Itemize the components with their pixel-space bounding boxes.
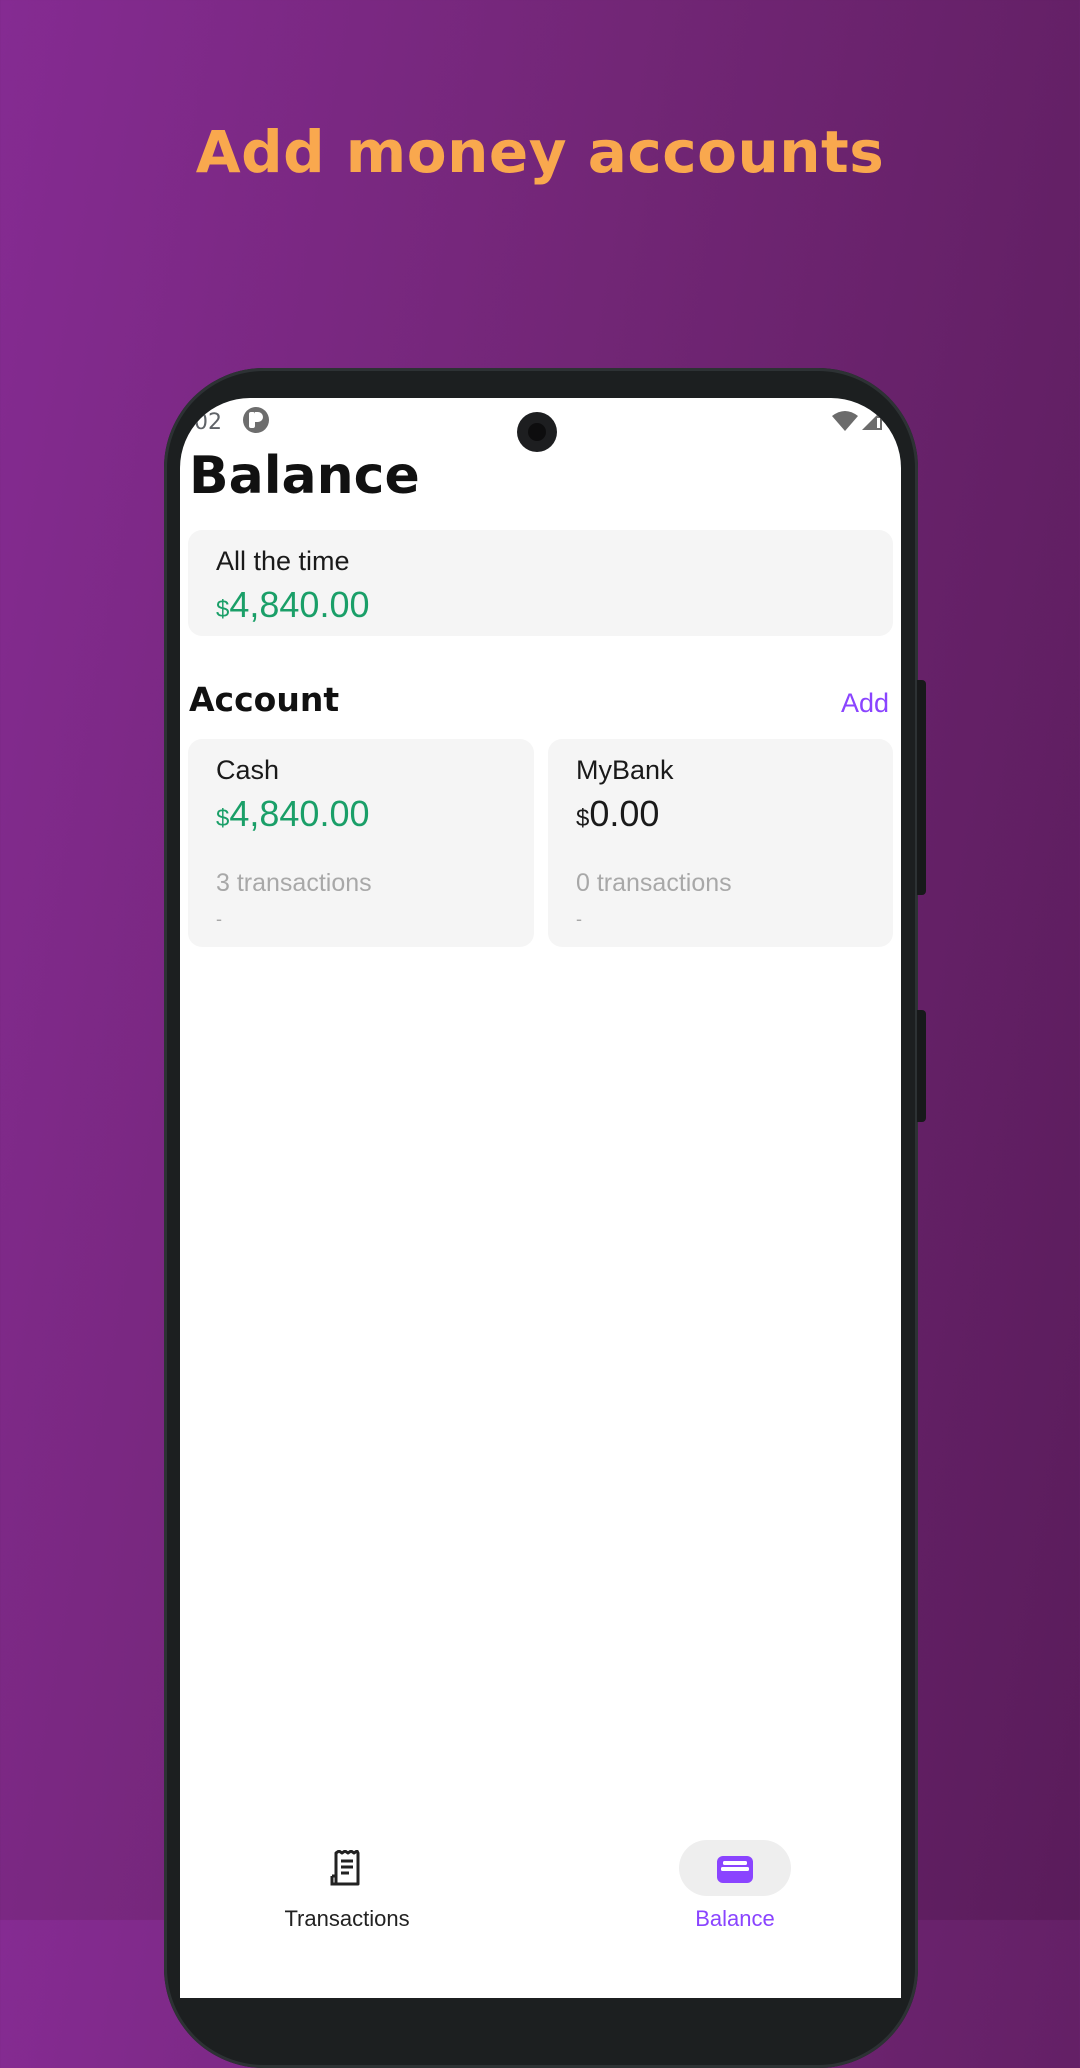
account-name: MyBank bbox=[576, 755, 674, 785]
amount-value: 4,840.00 bbox=[229, 584, 370, 625]
summary-card[interactable]: All the time $4,840.00 bbox=[188, 530, 893, 636]
account-detail: - bbox=[576, 909, 582, 929]
nav-label-transactions: Transactions bbox=[284, 1906, 410, 1931]
transaction-count: 0 transactions bbox=[576, 869, 732, 897]
account-detail: - bbox=[216, 909, 222, 929]
app-notification-icon bbox=[243, 407, 269, 433]
currency-symbol: $ bbox=[216, 596, 230, 623]
account-amount: $0.00 bbox=[576, 793, 659, 835]
status-time: 02 bbox=[194, 410, 222, 435]
amount-value: 0.00 bbox=[589, 793, 660, 834]
volume-button bbox=[917, 1010, 926, 1122]
summary-label: All the time bbox=[216, 546, 350, 576]
account-card-mybank[interactable]: MyBank $0.00 0 transactions - bbox=[548, 739, 893, 947]
currency-symbol: $ bbox=[216, 805, 230, 832]
section-title: Account bbox=[189, 680, 340, 719]
camera-cutout bbox=[517, 412, 557, 452]
account-name: Cash bbox=[216, 755, 280, 785]
account-card-cash[interactable]: Cash $4,840.00 3 transactions - bbox=[188, 739, 534, 947]
wifi-icon bbox=[832, 411, 858, 431]
nav-label-balance: Balance bbox=[695, 1906, 775, 1931]
summary-amount: $4,840.00 bbox=[216, 584, 370, 626]
power-button bbox=[917, 680, 926, 895]
add-account-button[interactable]: Add bbox=[841, 688, 889, 719]
amount-value: 4,840.00 bbox=[229, 793, 370, 834]
receipt-icon bbox=[330, 1850, 360, 1886]
account-amount: $4,840.00 bbox=[216, 793, 370, 835]
nav-item-balance[interactable] bbox=[679, 1840, 791, 1896]
promo-title: Add money accounts bbox=[195, 118, 885, 186]
page-title: Balance bbox=[189, 446, 420, 506]
signal-icon bbox=[862, 410, 882, 430]
wallet-icon bbox=[717, 1856, 753, 1883]
nav-item-transactions[interactable] bbox=[291, 1840, 403, 1896]
phone-screen: 02 Balance All the time $4,840.00 Accoun… bbox=[180, 398, 901, 1998]
currency-symbol: $ bbox=[576, 805, 590, 832]
transaction-count: 3 transactions bbox=[216, 869, 372, 897]
